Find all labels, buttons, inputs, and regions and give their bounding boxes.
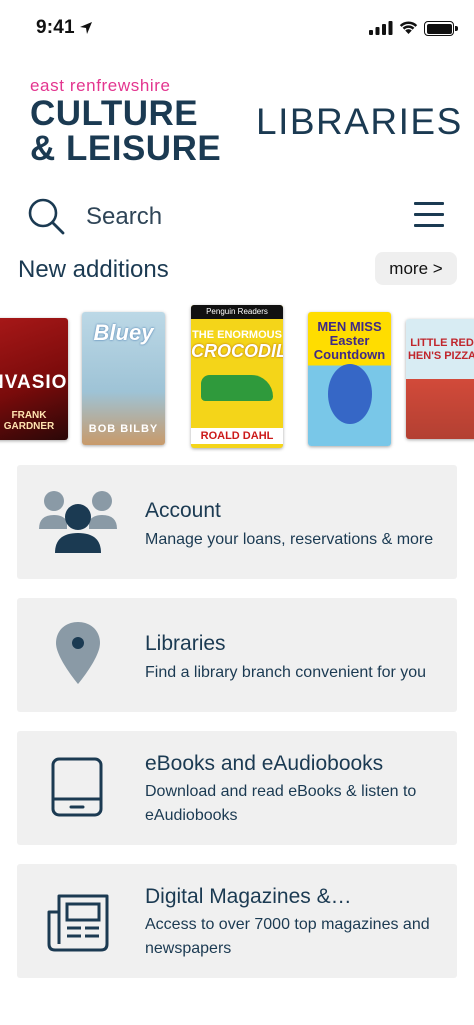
cellular-signal-icon [369,21,393,35]
more-button[interactable]: more > [375,252,457,285]
wifi-icon [399,21,418,34]
book-cover[interactable]: Bluey BOB BILBY [82,312,165,445]
battery-icon [424,21,458,36]
tablet-icon [51,757,103,817]
status-time: 9:41 [36,17,75,38]
newspaper-icon [47,894,109,952]
book-cover-title: MEN MISS Easter Countdown [313,319,386,362]
ebooks-card-description: Download and read eBooks & listen to eAu… [145,783,417,824]
hamburger-menu-icon[interactable] [414,202,446,228]
section-title-new-additions: New additions [18,256,169,283]
libraries-card[interactable]: Libraries Find a library branch convenie… [17,598,457,712]
book-cover[interactable]: Penguin Readers THE ENORMOUS CROCODILE R… [191,305,283,448]
book-cover-series: Penguin Readers [206,307,268,316]
book-cover[interactable]: MEN MISS Easter Countdown [308,312,391,446]
location-pin-icon [56,622,100,684]
libraries-card-description: Find a library branch convenient for you [145,664,427,681]
search-bar[interactable]: Search [26,196,456,240]
character-illustration [328,364,372,424]
account-card[interactable]: Account Manage your loans, reservations … [17,465,457,579]
ebooks-card[interactable]: eBooks and eAudiobooks Download and read… [17,731,457,845]
status-bar: 9:41 [0,0,474,58]
book-cover[interactable]: NVASION FRANK GARDNER [0,318,68,440]
libraries-card-title: Libraries [145,632,226,655]
book-cover-title: LITTLE RED HEN'S PIZZA [407,337,474,362]
book-cover-title: CROCODILE [191,341,283,361]
brand-logo: east renfrewshire CULTURE & LEISURE [30,76,221,166]
book-cover-title: NVASION [0,372,68,393]
digital-magazines-card-title: Digital Magazines &… [145,885,352,908]
brand-line-leisure: & LEISURE [30,129,222,168]
digital-magazines-card[interactable]: Digital Magazines &… Access to over 7000… [17,864,457,978]
book-carousel[interactable]: NVASION FRANK GARDNER Bluey BOB BILBY Pe… [0,302,474,452]
book-cover-title: THE ENORMOUS [192,329,282,341]
search-icon[interactable] [26,196,66,236]
account-card-description: Manage your loans, reservations & more [145,531,434,548]
book-cover-author: BOB BILBY [88,423,159,435]
digital-magazines-card-description: Access to over 7000 top magazines and ne… [145,916,430,957]
book-cover-author: ROALD DAHL [191,428,283,444]
ebooks-card-title: eBooks and eAudiobooks [145,752,384,775]
search-label[interactable]: Search [86,203,162,231]
crocodile-illustration [201,375,273,401]
account-card-title: Account [145,499,221,522]
book-cover-author: FRANK GARDNER [3,410,55,432]
account-group-icon [39,491,117,553]
brand-line-culture: CULTURE [30,94,199,133]
page-title: LIBRARIES [256,101,463,142]
book-cover-title: Bluey [93,320,154,345]
brand-org-name: east renfrewshire [30,76,171,95]
location-arrow-icon [80,22,92,34]
book-cover[interactable]: LITTLE RED HEN'S PIZZA [406,319,474,439]
